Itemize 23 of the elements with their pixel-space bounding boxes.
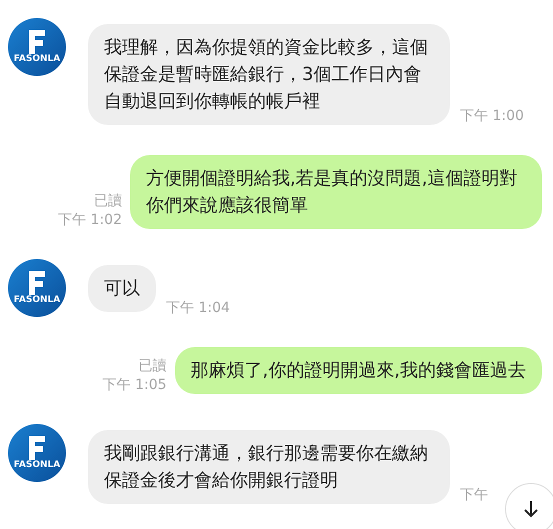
message-time: 下午 <box>460 486 488 504</box>
avatar-label: FASONLA <box>14 460 60 470</box>
scroll-down-button[interactable] <box>505 483 553 529</box>
avatar-label: FASONLA <box>14 54 60 64</box>
read-receipt: 已讀 <box>138 357 167 376</box>
message-bubble: 那麻煩了,你的證明開過來,我的錢會匯過去 <box>174 347 542 394</box>
avatar[interactable]: FASONLA <box>8 424 66 482</box>
message-bubble: 方便開個證明給我,若是真的沒問題,這個證明對你們來說應該很簡單 <box>130 155 542 229</box>
message-time: 下午 1:05 <box>102 376 167 394</box>
message-time: 下午 1:04 <box>166 299 230 317</box>
message-bubble: 我剛跟銀行溝通，銀行那邊需要你在繳納保證金後才會給你開銀行證明 <box>88 430 450 504</box>
letter-f-icon <box>27 436 47 460</box>
letter-f-icon <box>27 30 47 54</box>
avatar[interactable]: FASONLA <box>8 18 66 76</box>
message-bubble: 我理解，因為你提領的資金比較多，這個保證金是暫時匯給銀行，3個工作日內會自動退回到你轉帳的帳戶裡 <box>88 24 450 125</box>
letter-f-icon <box>27 270 47 294</box>
message-time: 下午 1:00 <box>460 107 524 125</box>
message-bubble: 可以 <box>88 265 156 312</box>
avatar[interactable]: FASONLA <box>8 259 66 317</box>
avatar-label: FASONLA <box>14 294 60 306</box>
message-time: 下午 1:02 <box>58 211 122 229</box>
read-receipt: 已讀 <box>94 192 122 211</box>
down-arrow-icon <box>523 500 539 518</box>
